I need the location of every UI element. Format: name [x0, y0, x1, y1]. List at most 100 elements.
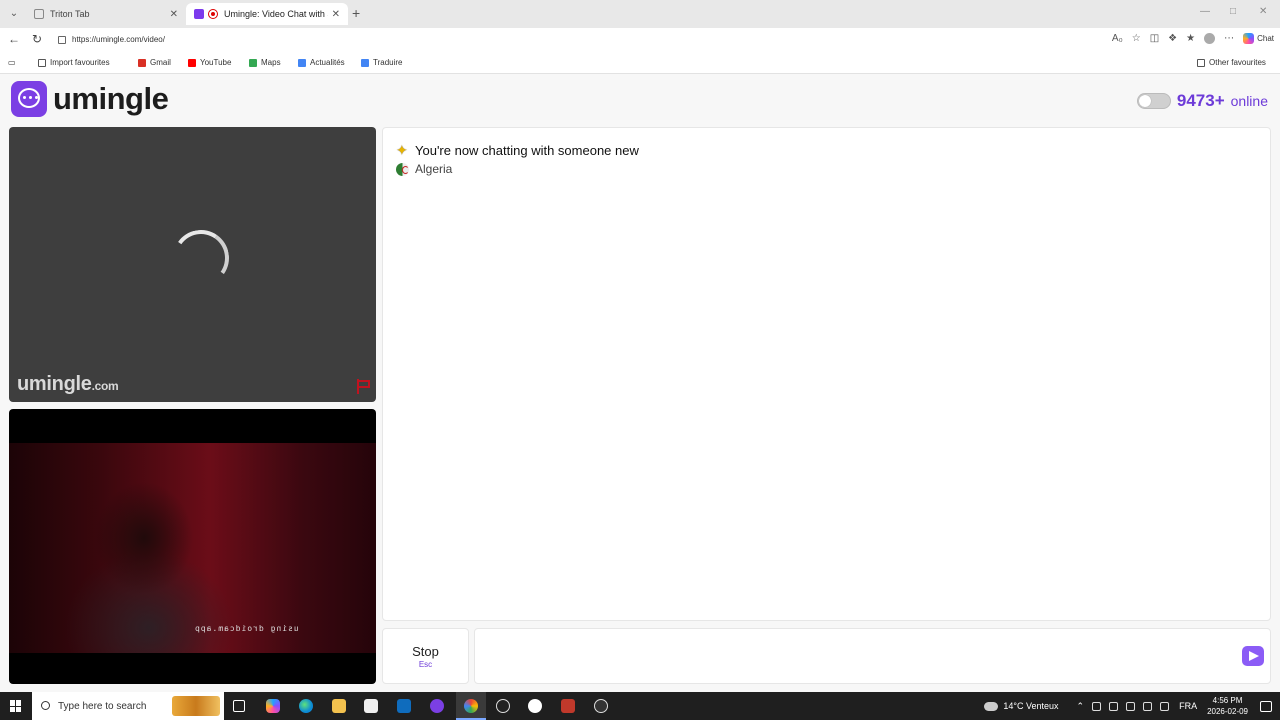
- favourite-star-icon[interactable]: ☆: [1132, 33, 1141, 44]
- taskbar-search[interactable]: Type here to search: [32, 692, 224, 720]
- lock-icon: [58, 36, 66, 44]
- chat-bubble-logo-icon: [11, 81, 47, 117]
- reload-icon[interactable]: ↻: [32, 32, 42, 46]
- bookmark-maps[interactable]: Maps: [249, 58, 281, 67]
- bookmark-gmail[interactable]: Gmail: [138, 58, 171, 67]
- dark-app-icon[interactable]: [594, 699, 608, 713]
- tab-actions-icon[interactable]: ▭: [8, 58, 16, 67]
- tab-actions-glyph-icon: ▭: [8, 58, 16, 67]
- system-message: You're now chatting with someone new: [396, 142, 639, 159]
- folder-icon: [1197, 58, 1205, 67]
- theme-toggle[interactable]: [1136, 93, 1171, 109]
- read-aloud-icon[interactable]: A₀: [1112, 33, 1123, 44]
- language-indicator[interactable]: FRA: [1179, 701, 1197, 711]
- report-flag-icon[interactable]: [355, 378, 371, 394]
- task-view-icon[interactable]: [233, 700, 245, 712]
- maps-icon: [249, 58, 257, 67]
- online-indicator: 9473+ online: [1136, 91, 1268, 111]
- file-explorer-icon[interactable]: [332, 699, 346, 713]
- clock[interactable]: 4:56 PM 2026-02-09: [1207, 695, 1248, 717]
- extensions-icon[interactable]: ❖: [1168, 33, 1177, 44]
- translate-icon: [361, 58, 369, 67]
- onedrive-icon[interactable]: [1109, 701, 1119, 711]
- tab-umingle[interactable]: Umingle: Video Chat with Stra ✕: [186, 3, 348, 25]
- more-options-icon[interactable]: ⋯: [1224, 33, 1234, 44]
- speaker-icon[interactable]: [1160, 701, 1170, 711]
- copilot-chat-button[interactable]: Chat: [1243, 33, 1274, 44]
- outlook-icon[interactable]: [397, 699, 411, 713]
- bookmark-import-favourites[interactable]: Import favourites: [38, 58, 110, 67]
- clock-date: 2026-02-09: [1207, 707, 1248, 716]
- chat-log: You're now chatting with someone new Alg…: [382, 127, 1271, 621]
- news-icon: [298, 58, 306, 67]
- stop-shortcut: Esc: [418, 660, 433, 669]
- microphone-icon[interactable]: [1126, 701, 1136, 711]
- tray-overflow-chevron-icon[interactable]: ⌃: [1077, 701, 1085, 712]
- taskbar-search-placeholder: Type here to search: [58, 700, 147, 712]
- app-circle-icon[interactable]: [528, 699, 542, 713]
- bookmarks-bar: ▭ Import favourites Gmail YouTube Maps A…: [0, 52, 1280, 74]
- tab-title: Umingle: Video Chat with Stra: [224, 9, 328, 19]
- close-tab-icon[interactable]: ✕: [170, 9, 178, 20]
- weather-cloud-icon: [984, 701, 999, 711]
- site-logo[interactable]: umingle: [11, 81, 169, 117]
- youtube-icon: [188, 58, 196, 67]
- stranger-country: Algeria: [396, 162, 452, 176]
- address-bar-row: ← ↻ https://umingle.com/video/ A₀ ☆ ◫ ❖ …: [0, 28, 1280, 52]
- bookmark-label: Traduire: [373, 58, 403, 67]
- loading-spinner-icon: [168, 225, 234, 291]
- online-label: online: [1230, 93, 1268, 109]
- other-favourites[interactable]: Other favourites: [1197, 58, 1266, 67]
- recording-icon: [208, 9, 218, 19]
- tab-title: Triton Tab: [50, 9, 90, 19]
- notifications-icon[interactable]: [1260, 700, 1272, 712]
- tray-app-icon[interactable]: [1092, 701, 1102, 711]
- stop-label: Stop: [412, 644, 439, 659]
- split-screen-icon[interactable]: ◫: [1150, 33, 1159, 44]
- close-tab-icon[interactable]: ✕: [332, 9, 340, 20]
- store-icon[interactable]: [364, 699, 378, 713]
- webcam-caption: using droidcam.app: [194, 624, 299, 633]
- red-app-icon[interactable]: [561, 699, 575, 713]
- sparkle-icon: [396, 142, 410, 159]
- chat-app-icon[interactable]: [430, 699, 444, 713]
- tab-list-chevron-icon[interactable]: ⌄: [6, 6, 22, 22]
- system-tray: 14°C Venteux ⌃ FRA 4:56 PM 2026-02-09: [984, 692, 1280, 720]
- stop-button[interactable]: Stop Esc: [382, 628, 469, 684]
- country-name: Algeria: [415, 162, 453, 176]
- edge-browser-icon[interactable]: [299, 699, 313, 713]
- send-icon[interactable]: [1242, 646, 1264, 666]
- copilot-chat-label: Chat: [1257, 34, 1274, 43]
- algeria-flag-icon: [396, 162, 409, 176]
- tab-triton[interactable]: Triton Tab ✕: [26, 3, 186, 25]
- umingle-page: umingle 9473+ online umingle.com using d…: [0, 75, 1280, 692]
- obs-icon[interactable]: [496, 699, 510, 713]
- chrome-icon[interactable]: [464, 699, 478, 713]
- watermark-domain: .com: [91, 379, 119, 393]
- bookmark-traduire[interactable]: Traduire: [361, 58, 403, 67]
- back-arrow-icon[interactable]: ←: [8, 32, 20, 46]
- bookmark-label: Actualités: [310, 58, 345, 67]
- local-video: using droidcam.app: [9, 409, 376, 684]
- favourites-icon[interactable]: ★: [1186, 33, 1195, 44]
- new-tab-button[interactable]: +: [352, 5, 360, 21]
- address-bar-actions: A₀ ☆ ◫ ❖ ★ ⋯ Chat: [1112, 33, 1274, 44]
- url-text: https://umingle.com/video/: [72, 35, 165, 44]
- profile-avatar-icon[interactable]: [1204, 33, 1216, 44]
- bookmark-actualites[interactable]: Actualités: [298, 58, 345, 67]
- url-field[interactable]: https://umingle.com/video/: [54, 31, 1224, 49]
- windows-start-icon[interactable]: [10, 700, 22, 712]
- minimize-icon[interactable]: —: [1200, 6, 1210, 17]
- bookmark-label: Gmail: [150, 58, 171, 67]
- maximize-icon[interactable]: □: [1230, 6, 1236, 17]
- webcam-feed: [9, 443, 376, 653]
- bookmark-youtube[interactable]: YouTube: [188, 58, 231, 67]
- logo-text: umingle: [53, 81, 169, 116]
- search-icon: [41, 701, 50, 710]
- copilot-app-icon[interactable]: [266, 699, 280, 713]
- weather-widget[interactable]: 14°C Venteux: [984, 701, 1059, 711]
- message-input[interactable]: [474, 628, 1271, 684]
- system-message-text: You're now chatting with someone new: [415, 143, 639, 158]
- close-window-icon[interactable]: ✕: [1259, 6, 1267, 17]
- network-icon[interactable]: [1143, 701, 1153, 711]
